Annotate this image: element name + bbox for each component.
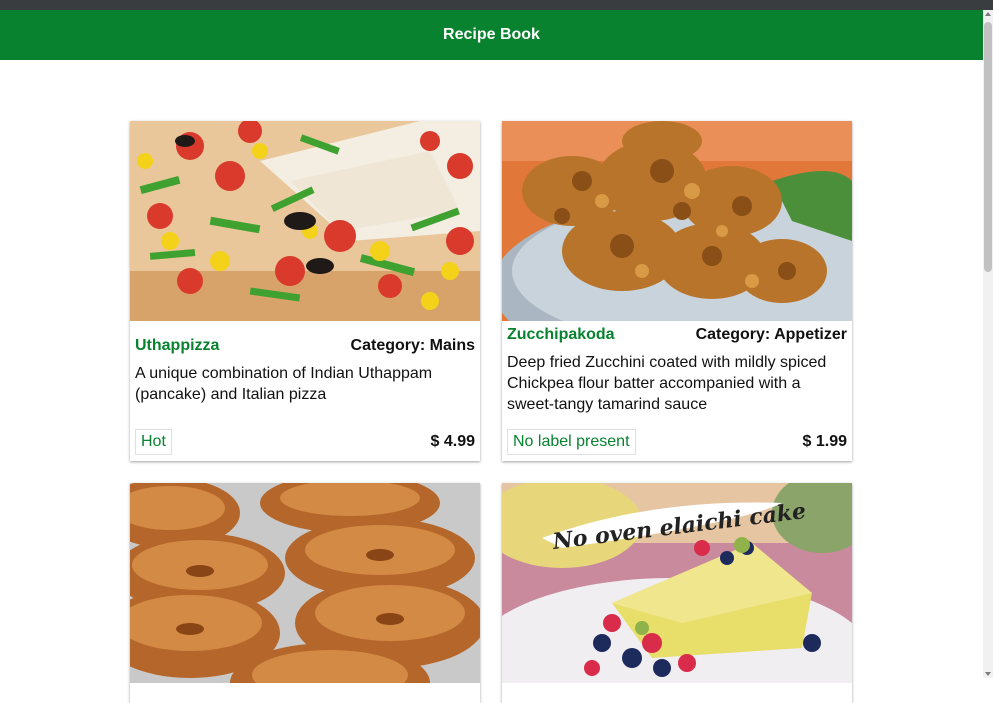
recipe-image-pizza <box>130 121 480 321</box>
recipe-image-donuts <box>130 483 480 683</box>
recipe-label-badge: Hot <box>135 429 172 455</box>
recipe-category: Category: Mains <box>350 337 475 354</box>
scrollbar-thumb[interactable] <box>984 22 992 272</box>
app-bar: Recipe Book <box>0 10 983 60</box>
recipe-image-cake: No oven elaichi cake <box>502 483 852 683</box>
recipe-description: Deep fried Zucchini coated with mildly s… <box>507 354 827 413</box>
scroll-down-arrow-icon[interactable] <box>985 672 991 676</box>
recipe-price: $ 1.99 <box>802 433 847 450</box>
recipe-card[interactable]: No oven elaichi cake <box>502 483 852 703</box>
recipe-card[interactable]: Uthappizza Category: Mains A unique comb… <box>130 121 480 461</box>
recipe-name[interactable]: Zucchipakoda <box>507 326 615 344</box>
recipe-image-pakoda <box>502 121 852 321</box>
recipe-name[interactable]: Uthappizza <box>135 337 219 355</box>
recipe-price: $ 4.99 <box>430 433 475 450</box>
recipe-card[interactable]: Zucchipakoda Category: Appetizer Deep fr… <box>502 121 852 461</box>
recipe-category: Category: Appetizer <box>695 326 847 343</box>
app-title: Recipe Book <box>443 26 540 43</box>
scroll-up-arrow-icon[interactable] <box>985 12 991 16</box>
recipe-card[interactable] <box>130 483 480 703</box>
recipe-description: A unique combination of Indian Uthappam … <box>135 365 433 403</box>
browser-top-strip <box>0 0 993 10</box>
page-scrollbar[interactable] <box>983 10 993 678</box>
recipe-label-badge: No label present <box>507 429 636 455</box>
